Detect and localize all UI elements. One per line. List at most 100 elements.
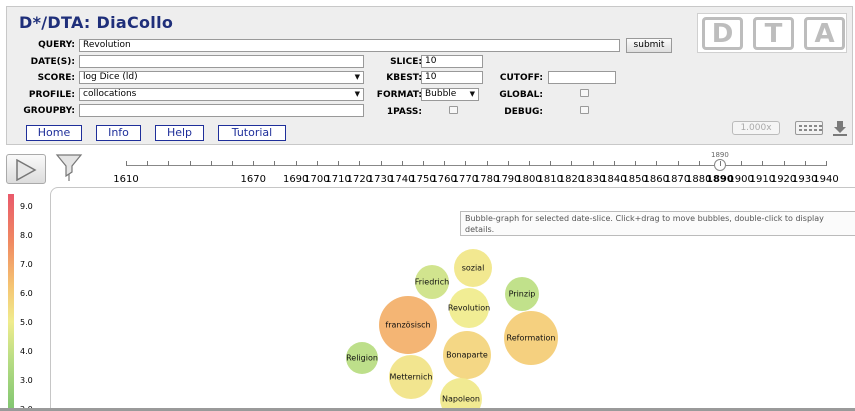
bubble-label: Reformation xyxy=(507,334,556,343)
timeline-tick xyxy=(444,161,446,166)
timeline-tick xyxy=(613,161,615,166)
kbest-label: KBEST: xyxy=(386,73,422,83)
groupby-input[interactable] xyxy=(79,104,364,117)
format-select[interactable]: Bubble ▼ xyxy=(421,88,479,101)
bubble-sozial[interactable]: sozial xyxy=(454,249,492,287)
info-button[interactable]: Info xyxy=(96,125,141,141)
cutoff-input[interactable] xyxy=(548,71,616,84)
bubble-friedrich[interactable]: Friedrich xyxy=(415,265,450,299)
bubble-napoleon[interactable]: Napoleon xyxy=(440,378,482,411)
keyboard-icon[interactable] xyxy=(795,121,823,135)
onepass-checkbox[interactable] xyxy=(449,106,458,114)
timeline-tick xyxy=(380,161,382,166)
timeline-tick xyxy=(677,161,679,166)
cutoff-label: CUTOFF: xyxy=(499,73,543,83)
timeline-tick xyxy=(826,161,827,166)
help-button[interactable]: Help xyxy=(155,125,204,141)
timeline-tick xyxy=(571,161,573,166)
global-label: GLOBAL: xyxy=(499,90,543,100)
bubble-religion[interactable]: Religion xyxy=(346,342,378,374)
timeline-tick xyxy=(635,161,637,166)
app-title: D*/DTA: DiaCollo xyxy=(19,13,174,32)
chevron-down-icon: ▼ xyxy=(469,90,475,98)
timeline-tick xyxy=(550,161,552,166)
bubble-label: Revolution xyxy=(448,304,490,313)
timeline-tick xyxy=(147,161,149,166)
score-color-legend: 9.08.07.06.05.04.03.02.0 xyxy=(6,190,44,411)
global-checkbox[interactable] xyxy=(580,89,589,97)
timeline-tick xyxy=(401,161,403,166)
bubble-metternich[interactable]: Metternich xyxy=(389,355,433,399)
kbest-input[interactable]: 10 xyxy=(421,71,483,84)
submit-button[interactable]: submit xyxy=(626,38,672,53)
zoom-level-badge[interactable]: 1.000x xyxy=(732,121,780,135)
timeline-tick xyxy=(316,161,318,166)
bubble-franz-sisch[interactable]: französisch xyxy=(379,296,437,354)
timeline-tick xyxy=(126,161,127,166)
bubble-reformation[interactable]: Reformation xyxy=(504,311,558,365)
funnel-icon[interactable] xyxy=(55,152,83,186)
timeline-tick xyxy=(253,161,255,166)
legend-value: 7.0 xyxy=(20,260,33,269)
timeline-tick xyxy=(507,161,509,166)
score-select[interactable]: log Dice (ld) ▼ xyxy=(79,71,364,84)
timeline-year-1940[interactable]: 1940 xyxy=(808,174,844,185)
play-button[interactable] xyxy=(6,154,46,184)
bubble-label: Napoleon xyxy=(442,395,480,404)
chevron-down-icon: ▼ xyxy=(354,90,360,98)
timeline-tick xyxy=(210,161,212,166)
timeline-tick xyxy=(189,161,191,166)
timeline-tick xyxy=(762,161,764,166)
score-select-value: log Dice (ld) xyxy=(83,72,138,82)
debug-label: DEBUG: xyxy=(504,107,543,117)
logo-letter-d: D xyxy=(702,17,743,50)
query-form-panel: D*/DTA: DiaCollo QUERY: Revolution submi… xyxy=(6,6,853,145)
timeline-tick xyxy=(656,161,658,166)
timeline-slider-label: 1890 xyxy=(711,151,729,159)
debug-checkbox[interactable] xyxy=(580,106,589,114)
bubble-label: französisch xyxy=(385,321,430,330)
slice-input[interactable]: 10 xyxy=(421,55,483,68)
download-icon[interactable] xyxy=(832,120,848,136)
bubble-label: Friedrich xyxy=(415,278,450,287)
dta-logo[interactable]: D T A xyxy=(697,13,847,53)
query-input[interactable]: Revolution xyxy=(79,39,620,52)
timeline-year-1610[interactable]: 1610 xyxy=(108,174,144,185)
legend-value: 4.0 xyxy=(20,347,33,356)
format-label: FORMAT: xyxy=(376,90,422,100)
dates-input[interactable] xyxy=(79,55,364,68)
bubble-prinzip[interactable]: Prinzip xyxy=(505,277,539,311)
play-icon xyxy=(16,159,37,181)
onepass-label: 1PASS: xyxy=(386,107,422,117)
timeline-tick xyxy=(592,161,594,166)
profile-select[interactable]: collocations ▼ xyxy=(79,88,364,101)
profile-label: PROFILE: xyxy=(28,90,75,100)
profile-select-value: collocations xyxy=(83,89,137,99)
bubble-label: Religion xyxy=(346,354,378,363)
bubble-label: Bonaparte xyxy=(446,351,488,360)
timeline-tick xyxy=(422,161,424,166)
tutorial-button[interactable]: Tutorial xyxy=(218,125,286,141)
timeline-tick xyxy=(168,161,170,166)
legend-value: 6.0 xyxy=(20,289,33,298)
timeline-tick xyxy=(486,161,488,166)
timeline-tick xyxy=(274,161,276,166)
timeline-tick xyxy=(232,161,234,166)
timeline-tick xyxy=(783,161,785,166)
score-label: SCORE: xyxy=(37,73,75,83)
timeline-tick xyxy=(465,161,467,166)
slice-label: SLICE: xyxy=(390,57,422,67)
timeline-tick xyxy=(359,161,361,166)
timeline-year-1670[interactable]: 1670 xyxy=(235,174,271,185)
bubble-bonaparte[interactable]: Bonaparte xyxy=(443,331,491,379)
bubble-revolution[interactable]: Revolution xyxy=(448,288,490,328)
home-button[interactable]: Home xyxy=(26,125,82,141)
format-select-value: Bubble xyxy=(425,89,457,99)
timeline-tick xyxy=(295,161,297,166)
date-slice-timeline[interactable]: 1890 1610 1670 1690 1700 1710 1720 1730 1740 175… xyxy=(113,150,840,190)
timeline-tick xyxy=(719,161,721,166)
legend-value: 8.0 xyxy=(20,231,33,240)
bubble-label: Prinzip xyxy=(509,290,536,299)
bubble-label: sozial xyxy=(462,264,485,273)
legend-value: 9.0 xyxy=(20,202,33,211)
